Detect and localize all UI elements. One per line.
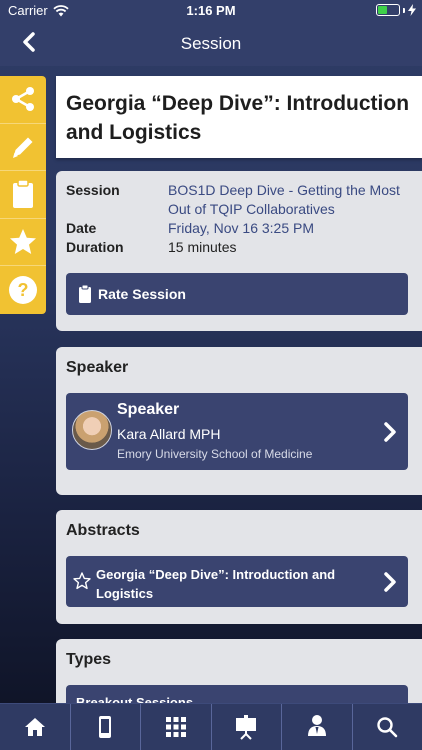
clock: 1:16 PM <box>186 3 236 18</box>
svg-text:?: ? <box>18 280 29 300</box>
home-icon <box>24 718 45 736</box>
edit-note-button[interactable] <box>0 124 46 172</box>
charging-bolt-icon <box>408 4 416 16</box>
duration-label: Duration <box>66 239 124 255</box>
date-row: Date Friday, Nov 16 3:25 PM <box>66 219 412 238</box>
share-icon <box>12 87 34 112</box>
tab-home[interactable] <box>0 703 71 750</box>
abstract-title: Georgia “Deep Dive”: Introduction and Lo… <box>96 567 336 601</box>
help-button[interactable]: ? <box>0 266 46 314</box>
speaker-section: Speaker Speaker Kara Allard MPH Emory Un… <box>56 347 422 495</box>
speaker-card[interactable]: Speaker Kara Allard MPH Emory University… <box>66 393 408 470</box>
session-info-grid: Session BOS1D Deep Dive - Getting the Mo… <box>66 181 412 257</box>
share-button[interactable] <box>0 76 46 124</box>
speaker-role: Speaker <box>117 401 180 418</box>
presentation-icon <box>236 715 257 740</box>
search-icon <box>377 717 398 738</box>
abstract-item[interactable]: Georgia “Deep Dive”: Introduction and Lo… <box>66 556 408 607</box>
chevron-right-icon <box>384 421 396 442</box>
session-title-card: Georgia “Deep Dive”: Introduction and Lo… <box>56 76 422 158</box>
grid-icon <box>165 717 186 737</box>
clipboard-icon <box>13 179 33 209</box>
session-row: Session BOS1D Deep Dive - Getting the Mo… <box>66 181 412 219</box>
chevron-right-icon <box>384 571 396 592</box>
duration-value: 15 minutes <box>168 239 237 255</box>
star-outline-icon[interactable] <box>72 571 92 591</box>
date-value[interactable]: Friday, Nov 16 3:25 PM <box>168 219 412 238</box>
types-heading: Types <box>66 651 112 668</box>
abstracts-heading: Abstracts <box>66 522 140 539</box>
session-info-card: Session BOS1D Deep Dive - Getting the Mo… <box>56 171 422 331</box>
page-title: Session <box>180 34 242 53</box>
help-icon: ? <box>9 276 37 305</box>
date-label: Date <box>66 220 97 236</box>
tab-speakers[interactable] <box>282 703 353 750</box>
rate-session-button[interactable]: Rate Session <box>66 273 408 315</box>
clipboard-button[interactable] <box>0 171 46 219</box>
tab-search[interactable] <box>353 704 422 750</box>
top-bar: Carrier 1:16 PM Session <box>0 0 422 66</box>
tab-mobile[interactable] <box>71 703 141 750</box>
person-icon <box>307 715 326 736</box>
tab-bar <box>0 703 422 750</box>
speaker-name: Kara Allard MPH <box>117 426 221 442</box>
session-title: Georgia “Deep Dive”: Introduction and Lo… <box>66 92 410 144</box>
battery-icon <box>376 4 416 16</box>
star-icon <box>10 229 36 255</box>
avatar <box>72 410 112 450</box>
speaker-heading: Speaker <box>66 359 129 376</box>
clipboard-icon <box>79 284 91 303</box>
session-label: Session <box>66 182 120 198</box>
session-value: BOS1D Deep Dive - Getting the Most Out o… <box>168 182 400 217</box>
duration-row: Duration 15 minutes <box>66 238 412 257</box>
mobile-phone-icon <box>99 716 112 738</box>
tab-grid[interactable] <box>141 703 212 750</box>
favorite-button[interactable] <box>0 219 46 267</box>
status-bar: Carrier 1:16 PM <box>0 0 422 22</box>
pencil-icon <box>13 137 33 158</box>
abstracts-section: Abstracts Georgia “Deep Dive”: Introduct… <box>56 510 422 624</box>
tab-presentations[interactable] <box>212 703 282 750</box>
rate-session-label: Rate Session <box>98 286 186 302</box>
speaker-organization: Emory University School of Medicine <box>117 447 313 461</box>
action-rail: ? <box>0 76 46 314</box>
